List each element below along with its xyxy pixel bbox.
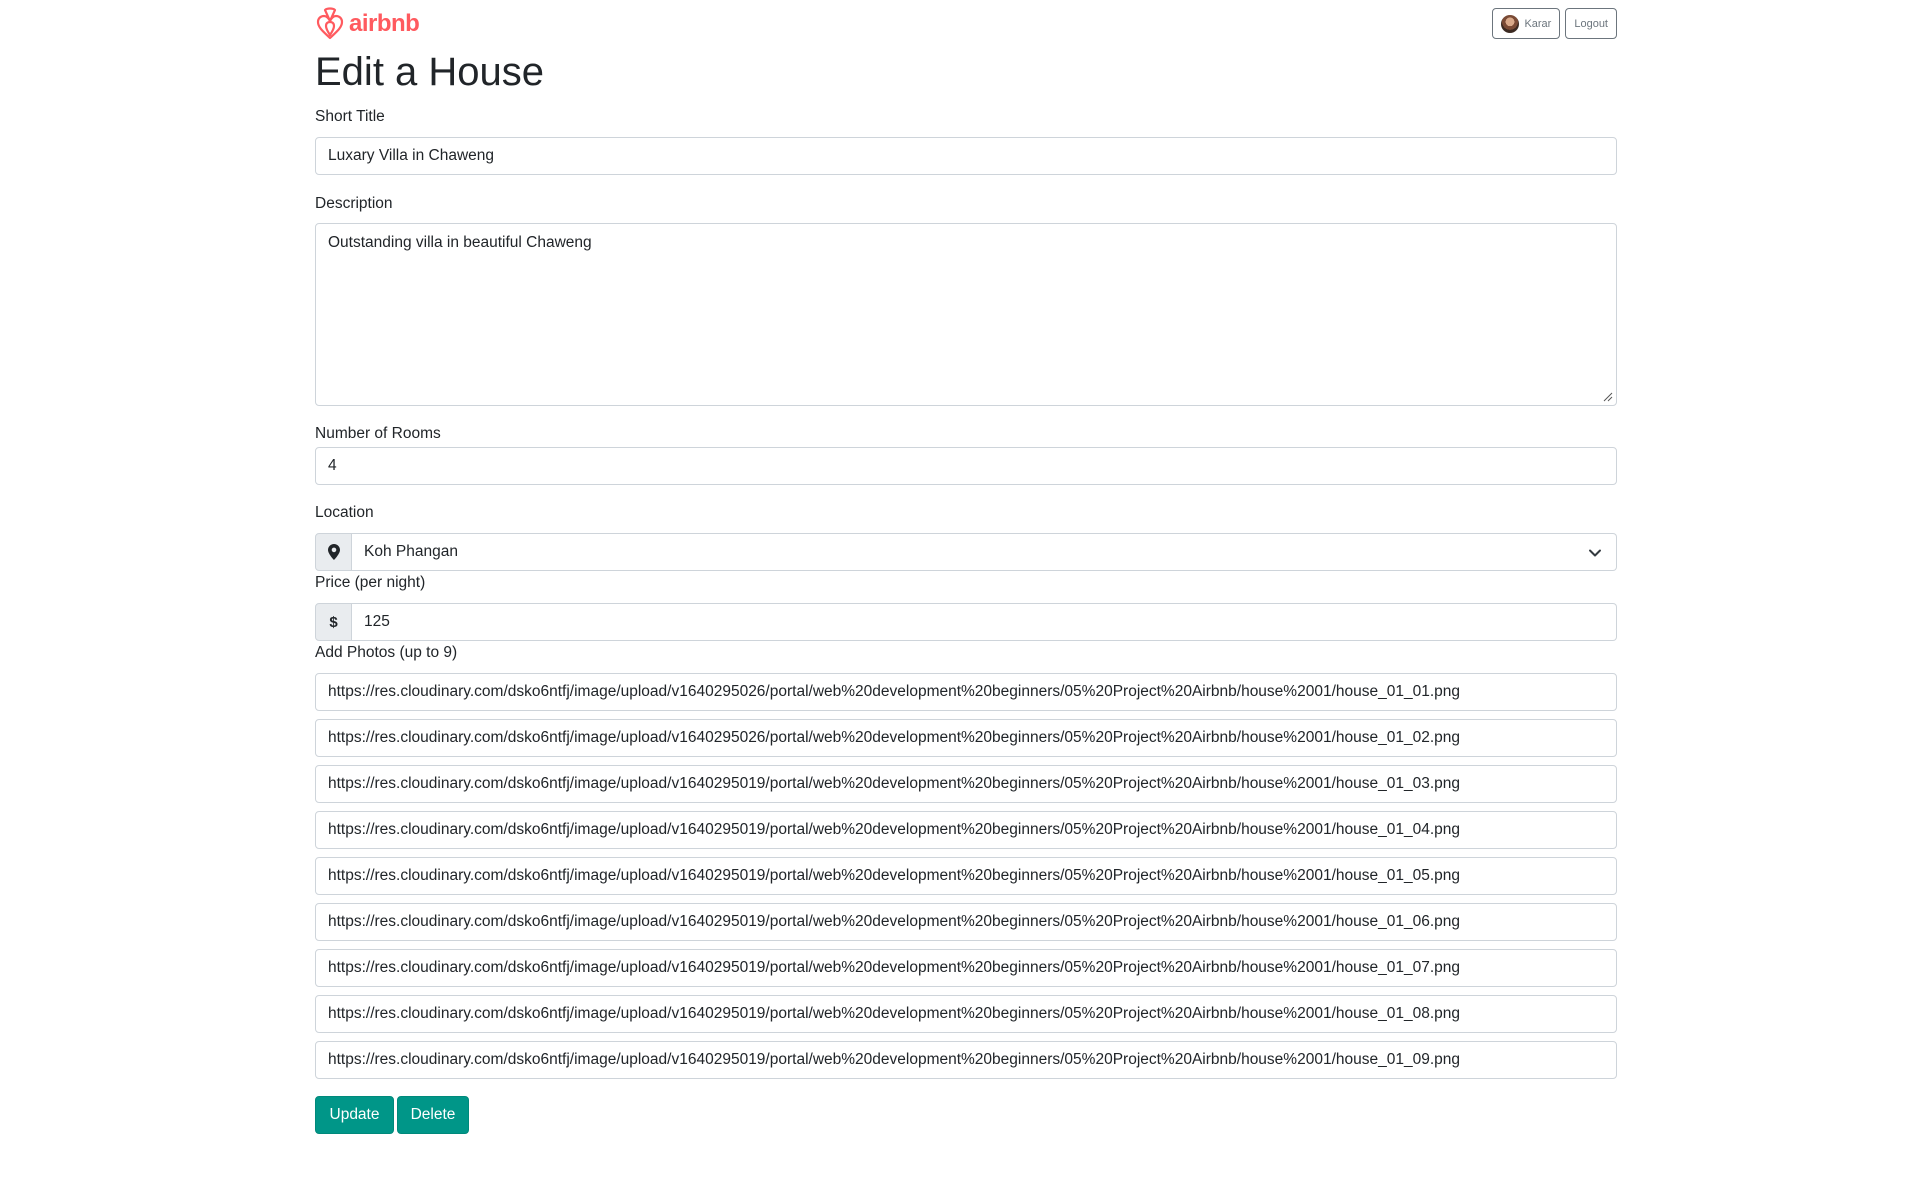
title-input[interactable]: Luxary Villa in Chaweng [315,137,1617,175]
photo-url-input[interactable]: https://res.cloudinary.com/dsko6ntfj/ima… [315,673,1617,711]
photo-url-input[interactable]: https://res.cloudinary.com/dsko6ntfj/ima… [315,1041,1617,1079]
page-container: airbnb Karar Logout Edit a House Short T… [315,0,1617,1134]
page-title: Edit a House [315,50,545,94]
nav-actions: Karar Logout [1492,8,1617,39]
currency-addon: $ [315,603,352,641]
airbnb-logo-icon [316,7,344,40]
photo-url-input[interactable]: https://res.cloudinary.com/dsko6ntfj/ima… [315,995,1617,1033]
price-group: $ 125 [315,603,1617,641]
location-select[interactable]: Koh Phangan [352,533,1617,571]
location-addon [315,533,352,571]
photo-url-input[interactable]: https://res.cloudinary.com/dsko6ntfj/ima… [315,765,1617,803]
rooms-input[interactable]: 4 [315,447,1617,485]
photo-url-input[interactable]: https://res.cloudinary.com/dsko6ntfj/ima… [315,811,1617,849]
location-group: Koh Phangan [315,533,1617,571]
chevron-down-icon [1589,549,1601,557]
logout-button[interactable]: Logout [1565,8,1617,39]
description-label: Description [315,195,393,212]
location-label: Location [315,504,374,521]
description-text: Outstanding villa in beautiful Chaweng [328,234,592,251]
map-pin-icon [327,544,340,560]
photo-url-input[interactable]: https://res.cloudinary.com/dsko6ntfj/ima… [315,857,1617,895]
photo-url-input[interactable]: https://res.cloudinary.com/dsko6ntfj/ima… [315,719,1617,757]
brand-name: airbnb [349,10,420,37]
location-value: Koh Phangan [364,543,458,560]
update-button[interactable]: Update [315,1096,394,1134]
avatar [1501,14,1520,33]
profile-label: Karar [1524,17,1552,30]
price-input[interactable]: 125 [352,603,1617,641]
delete-button[interactable]: Delete [397,1096,469,1134]
price-label: Price (per night) [315,574,426,591]
photo-url-input[interactable]: https://res.cloudinary.com/dsko6ntfj/ima… [315,903,1617,941]
title-label: Short Title [315,108,385,125]
logo[interactable]: airbnb [315,7,420,41]
description-textarea[interactable]: Outstanding villa in beautiful Chaweng [315,223,1617,406]
rooms-label: Number of Rooms [315,425,441,442]
photos-label: Add Photos (up to 9) [315,644,458,661]
profile-button[interactable]: Karar [1492,8,1561,39]
resize-handle-icon[interactable] [1603,392,1613,402]
photo-url-input[interactable]: https://res.cloudinary.com/dsko6ntfj/ima… [315,949,1617,987]
header: airbnb Karar Logout [315,0,1617,44]
